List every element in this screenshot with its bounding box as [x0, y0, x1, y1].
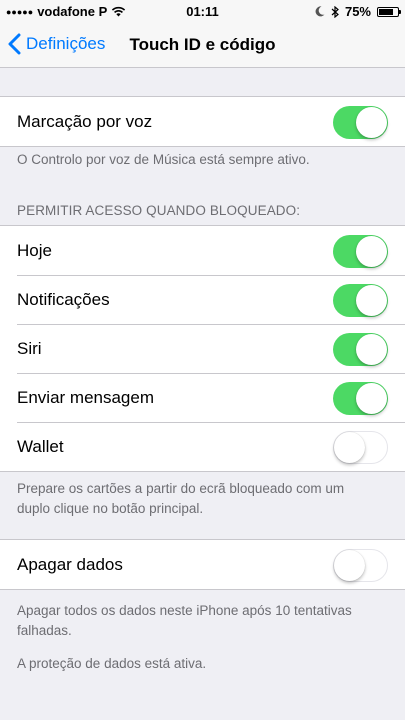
battery-fill: [379, 8, 393, 15]
wallet-footer-line1: Prepare os cartões a partir do ecrã bloq…: [17, 481, 345, 496]
list-item-send-message: Enviar mensagem: [0, 373, 405, 422]
voice-dial-row: Marcação por voz: [0, 97, 405, 146]
wallet-label: Wallet: [17, 436, 64, 456]
wallet-footer-line2: duplo clique no botão principal.: [17, 501, 204, 516]
send-message-toggle[interactable]: [333, 382, 388, 415]
toggle-knob: [334, 550, 365, 581]
send-message-label: Enviar mensagem: [17, 387, 155, 407]
erase-data-row: Apagar dados: [0, 540, 405, 589]
siri-label: Siri: [17, 338, 42, 358]
toggle-knob: [334, 432, 365, 463]
voice-dial-toggle[interactable]: [333, 106, 388, 139]
data-protection-status: A proteção de dados está ativa.: [17, 656, 207, 671]
list-item-wallet: Wallet: [0, 422, 405, 471]
wallet-footer: Prepare os cartões a partir do ecrã bloq…: [17, 479, 392, 519]
erase-data-label: Apagar dados: [17, 554, 123, 574]
page-title: Touch ID e código: [129, 35, 276, 54]
toggle-knob: [356, 107, 387, 138]
erase-footer-line2: falhadas.: [17, 623, 72, 638]
erase-data-toggle[interactable]: [333, 549, 388, 582]
toggle-knob: [356, 334, 387, 365]
toggle-knob: [356, 285, 387, 316]
list-item-notifications: Notificações: [0, 275, 405, 324]
erase-data-footer: Apagar todos os dados neste iPhone após …: [17, 601, 392, 641]
notifications-toggle[interactable]: [333, 284, 388, 317]
battery-percent: 75%: [344, 4, 371, 19]
toggle-knob: [356, 383, 387, 414]
notifications-label: Notificações: [17, 289, 110, 309]
locked-access-group: Hoje Notificações Siri Enviar mensagem W…: [0, 225, 405, 472]
toggle-knob: [356, 236, 387, 267]
erase-footer-line1: Apagar todos os dados neste iPhone após …: [17, 603, 352, 618]
navigation-bar: Definições Touch ID e código: [0, 22, 405, 68]
today-label: Hoje: [17, 240, 52, 260]
wallet-toggle[interactable]: [333, 431, 388, 464]
locked-access-header: PERMITIR ACESSO QUANDO BLOQUEADO:: [17, 203, 301, 218]
bluetooth-icon: [331, 5, 339, 18]
status-bar: ●●●●● vodafone P 01:11 75%: [0, 0, 405, 22]
battery-icon: [377, 6, 401, 17]
voice-dial-label: Marcação por voz: [17, 111, 153, 131]
voice-dial-footer: O Controlo por voz de Música está sempre…: [17, 152, 310, 167]
list-item-today: Hoje: [0, 226, 405, 275]
moon-icon: [315, 6, 325, 17]
voice-dial-group: Marcação por voz: [0, 96, 405, 147]
status-right: 75%: [315, 4, 401, 19]
today-toggle[interactable]: [333, 235, 388, 268]
erase-data-group: Apagar dados: [0, 539, 405, 590]
siri-toggle[interactable]: [333, 333, 388, 366]
list-item-siri: Siri: [0, 324, 405, 373]
